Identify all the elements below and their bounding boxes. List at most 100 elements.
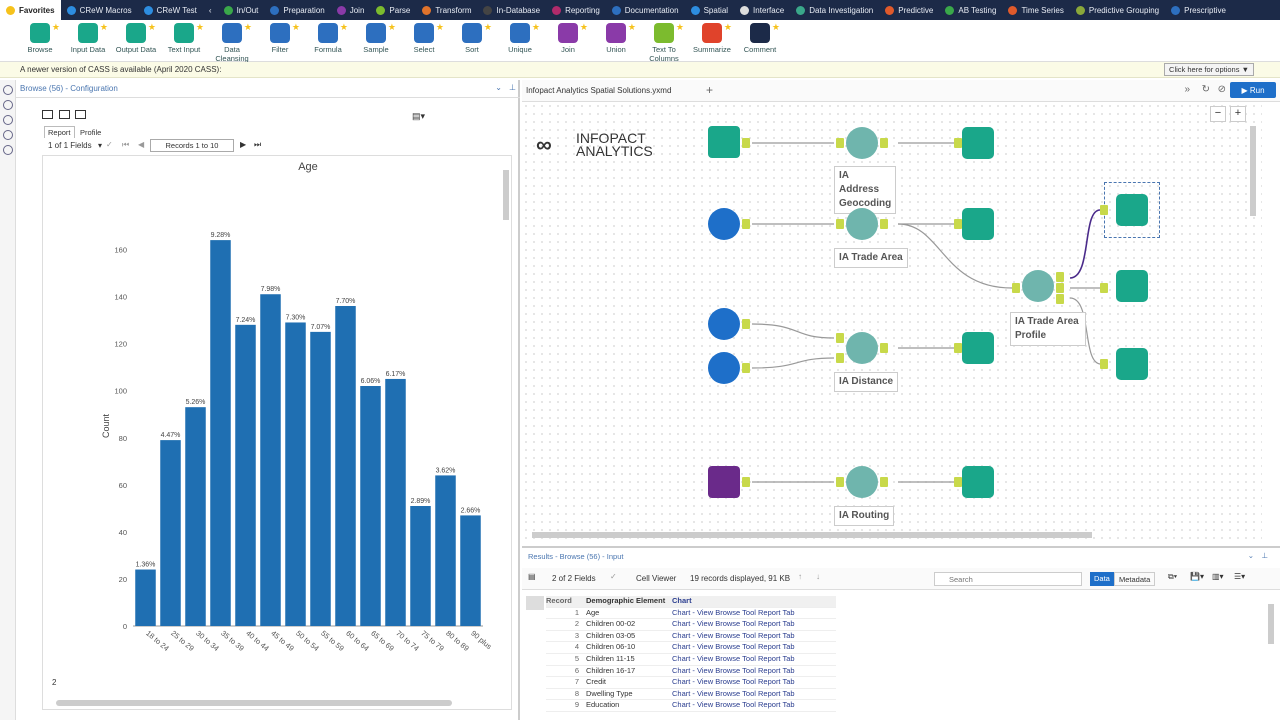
input-anchor[interactable] [836, 353, 844, 363]
ribbon-tab[interactable]: CReW Test [138, 0, 203, 20]
run-button[interactable]: ▶ Run [1230, 82, 1276, 98]
prev-record-icon[interactable]: ◀ [138, 140, 144, 149]
column-header[interactable]: Chart [668, 596, 812, 607]
chevron-down-icon[interactable]: ⌄ [495, 83, 502, 92]
records-range[interactable]: Records 1 to 10 [150, 139, 234, 152]
trade-area-profile-label[interactable]: IA Trade Area Profile [1010, 312, 1086, 346]
ribbon-tab[interactable]: Prescriptive [1165, 0, 1232, 20]
ribbon-tab[interactable]: CReW Macros [61, 0, 138, 20]
input-anchor[interactable] [836, 219, 844, 229]
output-anchor[interactable] [742, 363, 750, 373]
browse-binoculars-icon[interactable] [962, 332, 994, 364]
first-record-icon[interactable]: ⏮ [122, 140, 129, 150]
output-anchor[interactable] [880, 343, 888, 353]
tool-button[interactable]: ★ Unique [496, 22, 544, 54]
columns-icon[interactable]: ▥▾ [1212, 572, 1224, 581]
tool-button[interactable]: ★ Text Input [160, 22, 208, 54]
table-row[interactable]: 6 Children 16-17 Chart - View Browse Tool … [546, 666, 836, 678]
ribbon-tab[interactable]: Spatial [685, 0, 734, 20]
canvas-vertical-scrollbar[interactable] [1250, 126, 1256, 216]
horizontal-scrollbar[interactable] [56, 700, 452, 706]
table-row[interactable]: 8 Dwelling Type Chart - View Browse Tool R… [546, 689, 836, 701]
last-record-icon[interactable]: ⏭ [254, 140, 261, 150]
output-anchor[interactable] [742, 477, 750, 487]
fields-dropdown-icon[interactable]: ▾ [98, 141, 102, 150]
tool-button[interactable]: ★ Select [400, 22, 448, 54]
tab-profile[interactable]: Profile [77, 127, 104, 138]
tab-report[interactable]: Report [44, 126, 75, 138]
tool-button[interactable]: ★ Union [592, 22, 640, 54]
tool-button[interactable]: ★ Data Cleansing [208, 22, 256, 63]
browse-binoculars-icon[interactable] [1116, 270, 1148, 302]
layout-single-icon[interactable] [42, 110, 53, 119]
ribbon-tab[interactable]: In/Out [218, 0, 265, 20]
input-anchor[interactable] [954, 343, 962, 353]
zoom-in-button[interactable]: + [1230, 106, 1246, 122]
ribbon-tab[interactable]: Join [331, 0, 371, 20]
table-row[interactable]: 4 Children 06-10 Chart - View Browse Tool … [546, 642, 836, 654]
output-anchor-c[interactable] [1056, 272, 1064, 282]
trade-area-label[interactable]: IA Trade Area [834, 248, 908, 268]
output-anchor-d[interactable] [1056, 283, 1064, 293]
ribbon-tab[interactable]: Predictive Grouping [1070, 0, 1165, 20]
layout-stack-icon[interactable] [75, 110, 87, 119]
ribbon-tab[interactable]: In-Database [477, 0, 546, 20]
join-tool-icon[interactable] [708, 466, 740, 498]
add-tab-icon[interactable]: + [706, 83, 713, 97]
panel-menu-icon[interactable]: ▤▾ [412, 111, 425, 122]
expand-icon[interactable]: » [1184, 84, 1190, 95]
input-data-tool-icon[interactable] [708, 126, 740, 158]
tool-button[interactable]: ★ Formula [304, 22, 352, 54]
ribbon-tab[interactable]: Reporting [546, 0, 606, 20]
binoculars-icon[interactable] [526, 596, 544, 610]
table-row[interactable]: 9 Education Chart - View Browse Tool Repor… [546, 700, 836, 712]
map-input-icon[interactable] [708, 208, 740, 240]
output-anchor[interactable] [880, 477, 888, 487]
table-view-icon[interactable]: ▤ [528, 572, 536, 581]
ribbon-tab[interactable]: Parse [370, 0, 416, 20]
routing-tool-icon[interactable] [846, 466, 878, 498]
arrow-down-icon[interactable]: ↓ [816, 572, 820, 581]
layout-split-icon[interactable] [58, 110, 70, 119]
map-input-icon[interactable] [708, 352, 740, 384]
routing-label[interactable]: IA Routing [834, 506, 895, 526]
input-anchor[interactable] [954, 138, 962, 148]
results-fields-selector[interactable]: 2 of 2 Fields [552, 574, 596, 583]
ribbon-tab[interactable]: Preparation [264, 0, 330, 20]
data-view-button[interactable]: Data [1090, 572, 1114, 586]
trade-area-profile-tool-icon[interactable] [1022, 270, 1054, 302]
tool-button[interactable]: ★ Browse [16, 22, 64, 54]
copy-icon[interactable]: ⧉▾ [1168, 572, 1177, 582]
geocoding-tool-icon[interactable] [846, 127, 878, 159]
output-anchor-p[interactable] [1056, 294, 1064, 304]
ribbon-tab[interactable]: Data Investigation [790, 0, 879, 20]
chart-scrollbar[interactable] [503, 170, 509, 220]
table-row[interactable]: 5 Children 11-15 Chart - View Browse Tool … [546, 654, 836, 666]
browse-binoculars-icon[interactable] [1116, 194, 1148, 226]
stop-icon[interactable]: ⊘ [1218, 84, 1226, 95]
tool-button[interactable]: ★ Text To Columns [640, 22, 688, 63]
column-header[interactable]: Demographic Element [582, 596, 668, 607]
trade-area-tool-icon[interactable] [846, 208, 878, 240]
pin-icon[interactable]: ⊥ [1261, 551, 1268, 560]
ribbon-tab[interactable]: Time Series [1002, 0, 1069, 20]
ribbon-tab[interactable]: Predictive [879, 0, 939, 20]
input-anchor[interactable] [836, 333, 844, 343]
tool-button[interactable]: ★ Sort [448, 22, 496, 54]
results-search-input[interactable] [934, 572, 1082, 586]
ribbon-tab[interactable]: Interface [734, 0, 790, 20]
map-input-icon[interactable] [708, 308, 740, 340]
tag-icon[interactable] [2, 130, 13, 140]
input-anchor[interactable] [1100, 205, 1108, 215]
metadata-view-button[interactable]: Metadata [1114, 572, 1156, 586]
notice-options-button[interactable]: Click here for options ▼ [1164, 63, 1254, 76]
output-anchor[interactable] [742, 319, 750, 329]
cell-viewer-selector[interactable]: Cell Viewer [636, 574, 676, 583]
workflow-canvas[interactable]: ∞ INFOPACT ANALYTICS IA Address Geocodin… [522, 102, 1262, 542]
output-anchor[interactable] [742, 138, 750, 148]
code-icon[interactable] [2, 100, 13, 110]
canvas-horizontal-scrollbar[interactable] [532, 532, 1092, 538]
fields-selector[interactable]: 1 of 1 Fields [48, 141, 92, 150]
workflow-tab[interactable]: Infopact Analytics Spatial Solutions.yxm… [526, 86, 671, 95]
distance-label[interactable]: IA Distance [834, 372, 899, 392]
